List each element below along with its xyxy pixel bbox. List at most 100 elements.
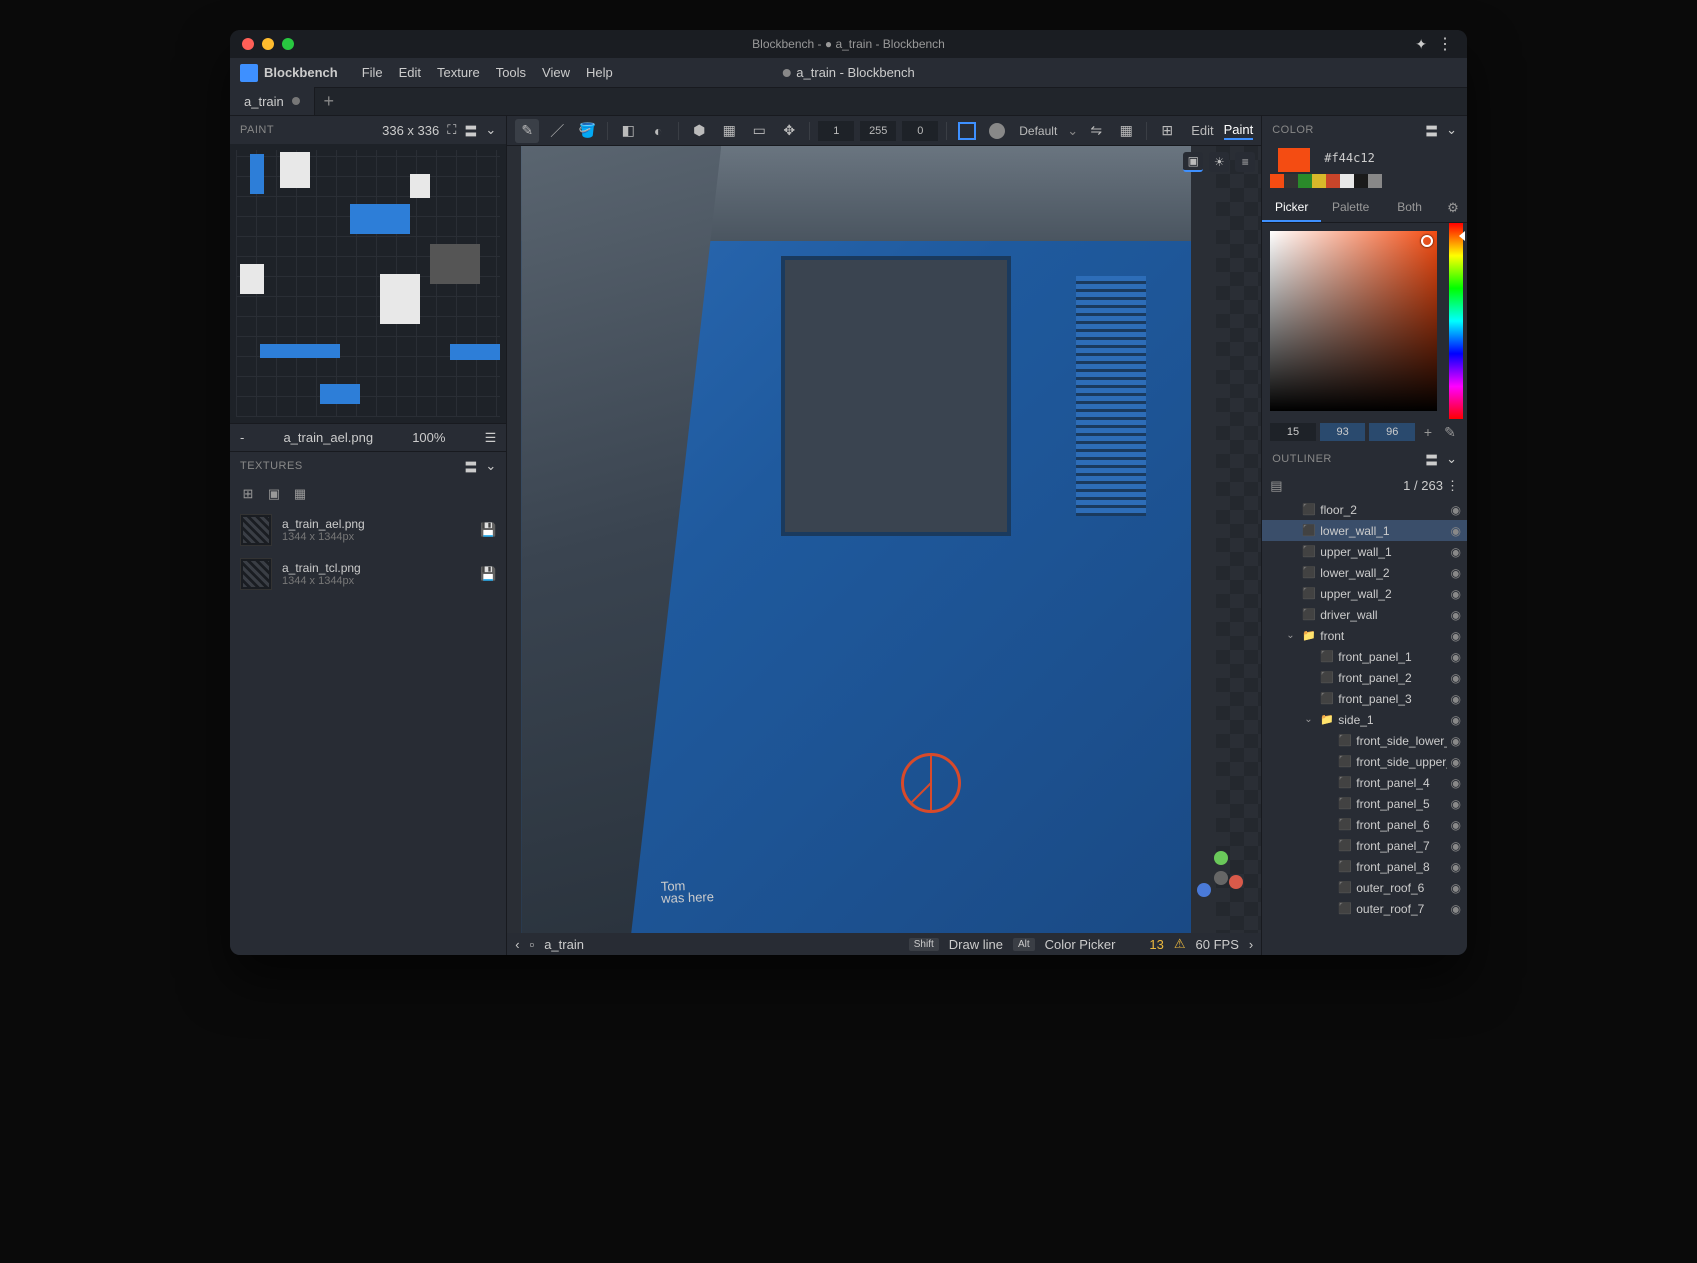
menu-tools[interactable]: Tools bbox=[488, 61, 534, 84]
color-picker-field[interactable] bbox=[1270, 231, 1437, 411]
visibility-icon[interactable]: ◉ bbox=[1451, 839, 1461, 853]
recent-color-swatch[interactable] bbox=[1270, 174, 1284, 188]
tab-a-train[interactable]: a_train bbox=[230, 87, 315, 115]
chevron-down-icon[interactable]: ⌄ bbox=[485, 458, 496, 474]
mirror-tool-icon[interactable]: ⇋ bbox=[1084, 119, 1108, 143]
outliner-item[interactable]: ⌄📁front◉ bbox=[1262, 625, 1467, 646]
chevron-down-icon[interactable]: ⌄ bbox=[1446, 451, 1457, 467]
save-texture-icon[interactable]: 💾 bbox=[480, 522, 496, 538]
brush-softness-input[interactable]: 0 bbox=[902, 121, 938, 141]
expand-chevron-icon[interactable]: ⌄ bbox=[1304, 714, 1316, 725]
brush-size-input[interactable]: 1 bbox=[818, 121, 854, 141]
warning-count[interactable]: 13 bbox=[1149, 937, 1163, 952]
brush-tool-icon[interactable]: ✎ bbox=[515, 119, 539, 143]
outliner-item[interactable]: ⬛lower_wall_2◉ bbox=[1262, 562, 1467, 583]
panel-options-icon[interactable]: 〓 bbox=[1425, 450, 1438, 469]
add-texture-icon[interactable]: ⊞ bbox=[240, 486, 256, 502]
visibility-icon[interactable]: ◉ bbox=[1451, 503, 1461, 517]
both-tab[interactable]: Both bbox=[1380, 194, 1439, 222]
blend-mode-select[interactable]: Default bbox=[1015, 124, 1061, 138]
visibility-icon[interactable]: ◉ bbox=[1451, 755, 1461, 769]
picker-tab[interactable]: Picker bbox=[1262, 194, 1321, 222]
menu-texture[interactable]: Texture bbox=[429, 61, 488, 84]
menu-edit[interactable]: Edit bbox=[391, 61, 429, 84]
gizmo-x-icon[interactable] bbox=[1229, 875, 1243, 889]
edit-mode-tab[interactable]: Edit bbox=[1191, 123, 1213, 139]
outliner-item[interactable]: ⬛lower_wall_1◉ bbox=[1262, 520, 1467, 541]
expand-chevron-icon[interactable]: ⌄ bbox=[1286, 630, 1298, 641]
fullscreen-icon[interactable]: ⛶ bbox=[447, 122, 456, 138]
panel-options-icon[interactable]: 〓 bbox=[464, 457, 477, 476]
visibility-icon[interactable]: ◉ bbox=[1451, 545, 1461, 559]
color-settings-icon[interactable]: ⚙ bbox=[1439, 194, 1467, 222]
shape-tool-icon[interactable]: ⬢ bbox=[687, 119, 711, 143]
warning-icon[interactable]: ⚠ bbox=[1174, 936, 1186, 952]
extension-icon[interactable]: ✦ bbox=[1415, 36, 1427, 53]
more-icon[interactable]: ⋮ bbox=[1446, 478, 1459, 493]
import-texture-icon[interactable]: ▣ bbox=[266, 486, 282, 502]
close-window-button[interactable] bbox=[242, 38, 254, 50]
visibility-icon[interactable]: ◉ bbox=[1451, 860, 1461, 874]
viewport-menu-icon[interactable]: ≡ bbox=[1235, 152, 1255, 172]
recent-color-swatch[interactable] bbox=[1368, 174, 1382, 188]
outliner-item[interactable]: ⬛front_panel_1◉ bbox=[1262, 646, 1467, 667]
lock-alpha-icon[interactable]: ▦ bbox=[1114, 119, 1138, 143]
outliner-item[interactable]: ⬛upper_wall_2◉ bbox=[1262, 583, 1467, 604]
visibility-icon[interactable]: ◉ bbox=[1451, 608, 1461, 622]
outliner-item[interactable]: ⌄📁side_1◉ bbox=[1262, 709, 1467, 730]
visibility-icon[interactable]: ◉ bbox=[1451, 650, 1461, 664]
brush-opacity-input[interactable]: 255 bbox=[860, 121, 896, 141]
outliner-item[interactable]: ⬛driver_wall◉ bbox=[1262, 604, 1467, 625]
eraser-tool-icon[interactable]: ◧ bbox=[616, 119, 640, 143]
texture-grid-icon[interactable]: ▦ bbox=[292, 486, 308, 502]
visibility-icon[interactable]: ◉ bbox=[1451, 881, 1461, 895]
outliner-item[interactable]: ⬛front_side_lower_2◉ bbox=[1262, 730, 1467, 751]
select-tool-icon[interactable]: ▭ bbox=[747, 119, 771, 143]
view-grid-icon[interactable]: ⊞ bbox=[1155, 119, 1179, 143]
outliner-item[interactable]: ⬛front_panel_2◉ bbox=[1262, 667, 1467, 688]
maximize-window-button[interactable] bbox=[282, 38, 294, 50]
outliner-tool-icon[interactable]: ▤ bbox=[1270, 478, 1282, 494]
outliner-item[interactable]: ⬛front_panel_6◉ bbox=[1262, 814, 1467, 835]
hue-cursor[interactable] bbox=[1459, 231, 1465, 241]
chevron-down-icon[interactable]: ⌄ bbox=[485, 122, 496, 138]
recent-color-swatch[interactable] bbox=[1312, 174, 1326, 188]
outliner-item[interactable]: ⬛floor_2◉ bbox=[1262, 499, 1467, 520]
hue-slider[interactable] bbox=[1449, 223, 1463, 419]
visibility-icon[interactable]: ◉ bbox=[1451, 776, 1461, 790]
recent-color-swatch[interactable] bbox=[1354, 174, 1368, 188]
visibility-icon[interactable]: ◉ bbox=[1451, 902, 1461, 916]
palette-tab[interactable]: Palette bbox=[1321, 194, 1380, 222]
gradient-tool-icon[interactable]: ▦ bbox=[717, 119, 741, 143]
recent-color-swatch[interactable] bbox=[1326, 174, 1340, 188]
visibility-icon[interactable]: ◉ bbox=[1451, 671, 1461, 685]
picker-cursor[interactable] bbox=[1421, 235, 1433, 247]
visibility-icon[interactable]: ◉ bbox=[1451, 797, 1461, 811]
visibility-icon[interactable]: ◉ bbox=[1451, 524, 1461, 538]
outliner-item[interactable]: ⬛front_panel_5◉ bbox=[1262, 793, 1467, 814]
3d-viewport[interactable]: Tom was here ▣ ☀ ≡ bbox=[507, 146, 1261, 933]
eyedropper-tool-icon[interactable]: ◐ bbox=[646, 119, 670, 143]
panel-options-icon[interactable]: 〓 bbox=[1425, 121, 1438, 140]
outliner-item[interactable]: ⬛front_panel_8◉ bbox=[1262, 856, 1467, 877]
orientation-gizmo[interactable] bbox=[1193, 847, 1249, 903]
hex-input[interactable]: #f44c12 bbox=[1324, 151, 1375, 165]
fill-tool-icon[interactable]: 🪣 bbox=[575, 119, 599, 143]
hue-input[interactable]: 15 bbox=[1270, 423, 1316, 441]
line-tool-icon[interactable]: ／ bbox=[545, 119, 569, 143]
paint-mode-tab[interactable]: Paint bbox=[1224, 122, 1254, 140]
visibility-icon[interactable]: ◉ bbox=[1451, 692, 1461, 706]
shape-circle-icon[interactable] bbox=[985, 119, 1009, 143]
outliner-item[interactable]: ⬛front_panel_3◉ bbox=[1262, 688, 1467, 709]
visibility-icon[interactable]: ◉ bbox=[1451, 587, 1461, 601]
outliner-item[interactable]: ⬛front_side_upper_2◉ bbox=[1262, 751, 1467, 772]
texture-row[interactable]: a_train_tcl.png1344 x 1344px💾 bbox=[230, 552, 506, 596]
menu-file[interactable]: File bbox=[354, 61, 391, 84]
outliner-item[interactable]: ⬛front_panel_7◉ bbox=[1262, 835, 1467, 856]
visibility-icon[interactable]: ◉ bbox=[1451, 734, 1461, 748]
nav-forward-icon[interactable]: › bbox=[1249, 937, 1253, 952]
chevron-down-icon[interactable]: ⌄ bbox=[1067, 123, 1078, 139]
minimize-window-button[interactable] bbox=[262, 38, 274, 50]
recent-color-swatch[interactable] bbox=[1284, 174, 1298, 188]
gizmo-center-icon[interactable] bbox=[1214, 871, 1228, 885]
